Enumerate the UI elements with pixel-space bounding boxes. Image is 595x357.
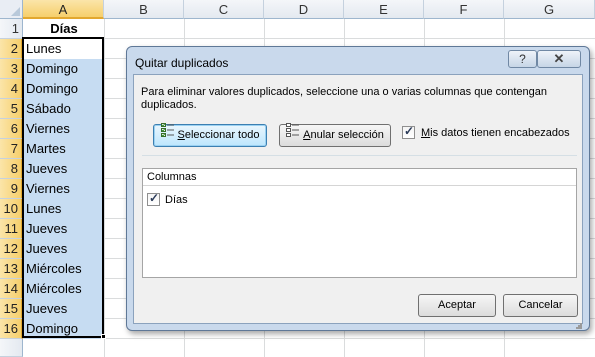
resize-grip-icon[interactable] bbox=[576, 316, 582, 329]
column-header-g[interactable]: G bbox=[504, 0, 595, 19]
cell-a3[interactable]: Domingo bbox=[24, 59, 104, 79]
columns-listbox[interactable]: Columnas Días bbox=[142, 168, 577, 278]
column-header-d[interactable]: D bbox=[264, 0, 344, 19]
column-header-b[interactable]: B bbox=[104, 0, 184, 19]
row-header-12[interactable]: 12 bbox=[0, 239, 23, 259]
row-header-10[interactable]: 10 bbox=[0, 199, 23, 219]
column-header-a[interactable]: A bbox=[23, 0, 104, 19]
column-header-f[interactable]: F bbox=[424, 0, 504, 19]
row-header-6[interactable]: 6 bbox=[0, 119, 23, 139]
cell-a1[interactable]: Días bbox=[24, 19, 104, 39]
remove-duplicates-dialog: Quitar duplicados ? ✕ Para eliminar valo… bbox=[126, 46, 590, 331]
fill-handle[interactable] bbox=[101, 334, 106, 339]
column-header-e[interactable]: E bbox=[344, 0, 424, 19]
gridline bbox=[23, 338, 595, 339]
unselect-all-icon bbox=[286, 123, 300, 145]
column-checkbox-dias[interactable] bbox=[147, 191, 160, 206]
has-headers-checkbox[interactable] bbox=[402, 124, 415, 139]
select-all-button[interactable]: Seleccionar todo bbox=[153, 123, 267, 147]
row-header-13[interactable]: 13 bbox=[0, 259, 23, 279]
row-header-15[interactable]: 15 bbox=[0, 299, 23, 319]
has-headers-mnemonic: M bbox=[421, 127, 431, 139]
select-all-corner[interactable] bbox=[0, 0, 23, 19]
has-headers-text: is datos tienen encabezados bbox=[430, 127, 570, 139]
select-all-icon bbox=[160, 123, 175, 145]
cell-a11[interactable]: Jueves bbox=[24, 219, 104, 239]
dialog-description: Para eliminar valores duplicados, selecc… bbox=[141, 86, 548, 111]
row-header-11[interactable]: 11 bbox=[0, 219, 23, 239]
columns-header: Columnas bbox=[143, 169, 576, 186]
cell-a8[interactable]: Jueves bbox=[24, 159, 104, 179]
unselect-all-label: nular selección bbox=[310, 129, 384, 141]
cell-a15[interactable]: Jueves bbox=[24, 299, 104, 319]
cell-a13[interactable]: Miércoles bbox=[24, 259, 104, 279]
column-header-c[interactable]: C bbox=[184, 0, 264, 19]
column-label-dias[interactable]: Días bbox=[165, 194, 188, 206]
row-header-8[interactable]: 8 bbox=[0, 159, 23, 179]
row-header-14[interactable]: 14 bbox=[0, 279, 23, 299]
gridline bbox=[104, 19, 105, 357]
cell-a4[interactable]: Domingo bbox=[24, 79, 104, 99]
cell-a9[interactable]: Viernes bbox=[24, 179, 104, 199]
close-button[interactable]: ✕ bbox=[537, 50, 581, 68]
dialog-body: Para eliminar valores duplicados, selecc… bbox=[133, 74, 583, 329]
help-button[interactable]: ? bbox=[508, 50, 537, 68]
row-header-17[interactable] bbox=[0, 339, 23, 357]
separator bbox=[142, 155, 577, 156]
row-header-16[interactable]: 16 bbox=[0, 319, 23, 339]
cell-a10[interactable]: Lunes bbox=[24, 199, 104, 219]
row-header-4[interactable]: 4 bbox=[0, 79, 23, 99]
has-headers-label[interactable]: Mis datos tienen encabezados bbox=[421, 127, 570, 139]
gridline bbox=[23, 38, 595, 39]
row-header-5[interactable]: 5 bbox=[0, 99, 23, 119]
unselect-all-button[interactable]: Anular selección bbox=[279, 123, 391, 147]
row-header-9[interactable]: 9 bbox=[0, 179, 23, 199]
cell-a6[interactable]: Viernes bbox=[24, 119, 104, 139]
row-header-3[interactable]: 3 bbox=[0, 59, 23, 79]
cell-a7[interactable]: Martes bbox=[24, 139, 104, 159]
cell-a2[interactable]: Lunes bbox=[24, 39, 104, 59]
cell-a5[interactable]: Sábado bbox=[24, 99, 104, 119]
row-header-2[interactable]: 2 bbox=[0, 39, 23, 59]
accept-button[interactable]: Aceptar bbox=[418, 294, 496, 317]
row-header-7[interactable]: 7 bbox=[0, 139, 23, 159]
cancel-button[interactable]: Cancelar bbox=[503, 294, 578, 317]
select-all-mnemonic: S bbox=[177, 129, 185, 141]
dialog-title: Quitar duplicados bbox=[135, 56, 229, 70]
cell-a12[interactable]: Jueves bbox=[24, 239, 104, 259]
select-all-label: eleccionar todo bbox=[184, 129, 260, 141]
row-header-1[interactable]: 1 bbox=[0, 19, 23, 39]
cell-a16[interactable]: Domingo bbox=[24, 319, 104, 339]
cell-a14[interactable]: Miércoles bbox=[24, 279, 104, 299]
